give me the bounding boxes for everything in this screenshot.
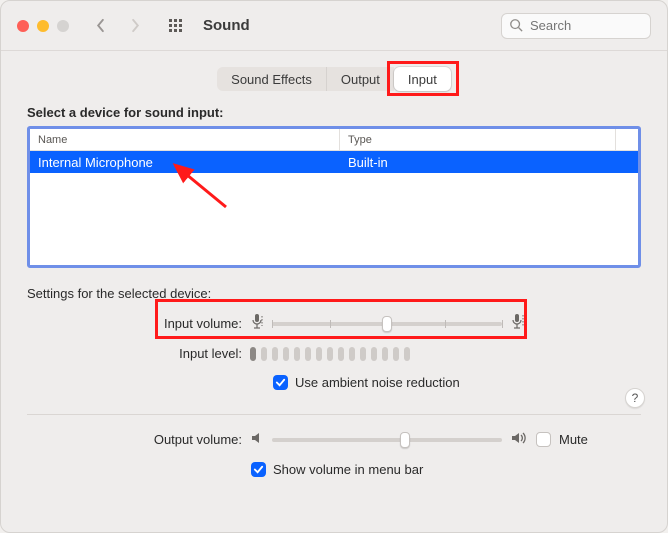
ambient-noise-label: Use ambient noise reduction bbox=[295, 375, 460, 390]
input-level-label: Input level: bbox=[27, 346, 242, 361]
back-button[interactable] bbox=[89, 14, 113, 38]
search-input[interactable] bbox=[501, 13, 651, 39]
help-button[interactable]: ? bbox=[625, 388, 645, 408]
input-level-meter bbox=[250, 347, 410, 361]
input-devices-table: Name Type Internal Microphone Built-in bbox=[27, 126, 641, 268]
table-row[interactable]: Internal Microphone Built-in bbox=[30, 151, 638, 173]
output-volume-label: Output volume: bbox=[27, 432, 242, 447]
settings-for-device-label: Settings for the selected device: bbox=[27, 286, 641, 301]
device-type-cell: Built-in bbox=[340, 151, 638, 173]
grid-icon bbox=[169, 19, 182, 32]
slider-thumb[interactable] bbox=[400, 432, 410, 448]
output-volume-row: Output volume: Mute bbox=[27, 431, 641, 448]
col-scroll-spacer bbox=[616, 129, 638, 150]
minimize-window-button[interactable] bbox=[37, 20, 49, 32]
show-menubar-label: Show volume in menu bar bbox=[273, 462, 423, 477]
content-area: Sound Effects Output Input Select a devi… bbox=[1, 51, 667, 532]
traffic-lights bbox=[17, 20, 69, 32]
ambient-noise-checkbox[interactable] bbox=[273, 375, 288, 390]
sound-preferences-window: Sound Sound Effects Output Input Select … bbox=[0, 0, 668, 533]
mute-checkbox[interactable] bbox=[536, 432, 551, 447]
input-level-row: Input level: bbox=[27, 346, 641, 361]
col-name[interactable]: Name bbox=[30, 129, 340, 150]
slider-thumb[interactable] bbox=[382, 316, 392, 332]
show-menubar-checkbox[interactable] bbox=[251, 462, 266, 477]
input-volume-row: Input volume: bbox=[27, 313, 641, 334]
titlebar: Sound bbox=[1, 1, 667, 51]
zoom-window-button-disabled bbox=[57, 20, 69, 32]
tabs: Sound Effects Output Input bbox=[217, 67, 451, 91]
mic-low-icon bbox=[250, 313, 264, 334]
window-title: Sound bbox=[203, 17, 250, 34]
input-volume-slider[interactable] bbox=[272, 322, 502, 326]
output-volume-slider[interactable] bbox=[272, 438, 502, 442]
close-window-button[interactable] bbox=[17, 20, 29, 32]
chevron-left-icon bbox=[95, 18, 107, 33]
divider bbox=[27, 414, 641, 415]
ambient-noise-row: Use ambient noise reduction bbox=[273, 375, 641, 390]
search-field-wrap bbox=[501, 13, 651, 39]
tab-input[interactable]: Input bbox=[394, 67, 451, 91]
show-menubar-row: Show volume in menu bar bbox=[251, 462, 641, 477]
mic-high-icon bbox=[510, 313, 526, 334]
tab-sound-effects[interactable]: Sound Effects bbox=[217, 67, 326, 91]
mute-label: Mute bbox=[559, 432, 588, 447]
speaker-high-icon bbox=[510, 431, 528, 448]
table-header: Name Type bbox=[30, 129, 638, 151]
forward-button-disabled bbox=[123, 14, 147, 38]
select-device-label: Select a device for sound input: bbox=[27, 105, 641, 120]
chevron-right-icon bbox=[129, 18, 141, 33]
speaker-low-icon bbox=[250, 431, 264, 448]
col-type[interactable]: Type bbox=[340, 129, 616, 150]
input-volume-label: Input volume: bbox=[27, 316, 242, 331]
show-all-button[interactable] bbox=[163, 14, 187, 38]
search-icon bbox=[509, 18, 523, 35]
tab-output[interactable]: Output bbox=[326, 67, 394, 91]
device-name-cell: Internal Microphone bbox=[30, 151, 340, 173]
